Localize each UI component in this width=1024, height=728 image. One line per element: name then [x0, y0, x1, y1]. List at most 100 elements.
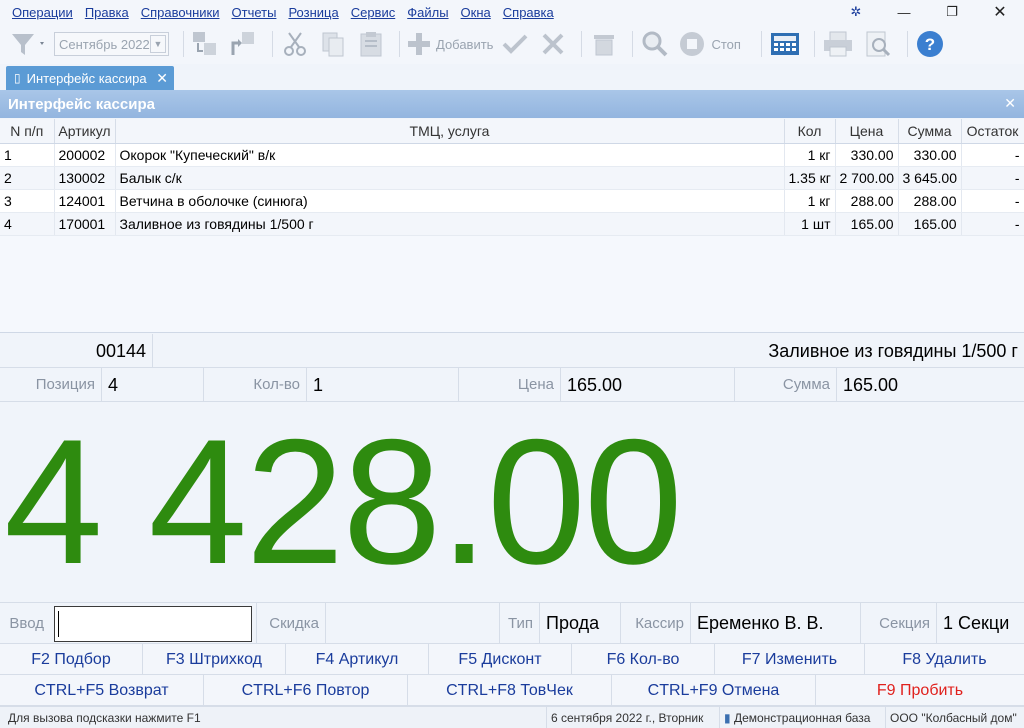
cell-article: 124001	[54, 189, 116, 213]
restore-icon[interactable]: ❐	[928, 4, 976, 20]
toolbar-divider	[183, 31, 184, 57]
column-header[interactable]: N п/п	[0, 119, 55, 144]
column-header[interactable]: ТМЦ, услуга	[115, 119, 785, 144]
tab-close-icon[interactable]: ✕	[156, 70, 168, 87]
menu-windows[interactable]: Окна	[461, 5, 491, 20]
column-header[interactable]: Артикул	[54, 119, 116, 144]
add-button[interactable]: Добавить	[406, 27, 493, 61]
cell-qty: 1 шт	[784, 212, 836, 236]
column-header[interactable]: Кол	[784, 119, 836, 144]
table-header-row: N п/п Артикул ТМЦ, услуга Кол Цена Сумма…	[0, 119, 1024, 144]
table-row[interactable]: 4 170001 Заливное из говядины 1/500 г 1 …	[0, 212, 1024, 236]
status-organization: ООО "Колбасный дом"	[885, 707, 1021, 728]
discount-value[interactable]	[326, 603, 500, 644]
database-icon: ▮	[724, 711, 731, 725]
status-hint: Для вызова подсказки нажмите F1	[8, 711, 201, 725]
menu-files[interactable]: Файлы	[407, 5, 448, 20]
f8-delete-button[interactable]: F8 Удалить	[865, 644, 1024, 675]
tab-label: Интерфейс кассира	[26, 70, 147, 86]
move-down-button[interactable]	[190, 27, 222, 61]
help-button[interactable]: ?	[914, 27, 946, 61]
qty-value: 1	[307, 368, 459, 402]
cell-sum: 3 645.00	[898, 166, 962, 190]
filter-button[interactable]	[8, 27, 48, 61]
table-row[interactable]: 1 200002 Окорок "Купеческий" в/к 1 кг 33…	[0, 143, 1024, 167]
search-button[interactable]	[639, 27, 671, 61]
table-row[interactable]: 2 130002 Балык с/к 1.35 кг 2 700.00 3 64…	[0, 166, 1024, 190]
ctrl-f8-sales-receipt-button[interactable]: CTRL+F8 ТовЧек	[408, 675, 612, 706]
paste-button[interactable]	[355, 27, 387, 61]
cell-price: 165.00	[835, 212, 899, 236]
cell-number: 4	[0, 212, 55, 236]
menu-operations[interactable]: Операции	[12, 5, 73, 20]
window-close-icon[interactable]: ✕	[1004, 95, 1016, 112]
current-item-name: Заливное из говядины 1/500 г	[768, 341, 1018, 361]
preview-button[interactable]	[861, 27, 895, 61]
stop-button[interactable]: Стоп	[677, 27, 741, 61]
move-up-button[interactable]	[228, 27, 260, 61]
confirm-button[interactable]	[499, 27, 531, 61]
toolbar-divider	[813, 31, 815, 57]
close-icon[interactable]: ✕	[976, 2, 1024, 22]
menu-references[interactable]: Справочники	[141, 5, 220, 20]
cell-number: 1	[0, 143, 55, 167]
price-label: Цена	[459, 368, 561, 402]
cell-rest: -	[961, 143, 1024, 167]
minimize-icon[interactable]: —	[880, 5, 928, 20]
function-keys-row-2: CTRL+F5 Возврат CTRL+F6 Повтор CTRL+F8 Т…	[0, 675, 1024, 706]
sum-value: 165.00	[843, 375, 899, 395]
ctrl-f5-return-button[interactable]: CTRL+F5 Возврат	[0, 675, 204, 706]
discount-label: Скидка	[256, 603, 326, 644]
f9-checkout-button[interactable]: F9 Пробить	[816, 675, 1024, 706]
f5-discount-button[interactable]: F5 Дисконт	[429, 644, 572, 675]
qty-label: Кол-во	[204, 368, 307, 402]
ctrl-f9-cancel-button[interactable]: CTRL+F9 Отмена	[612, 675, 816, 706]
month-select[interactable]: Сентябрь 2022 ▼	[54, 32, 169, 56]
month-select-value: Сентябрь 2022	[59, 36, 150, 52]
cell-sum: 165.00	[898, 212, 962, 236]
toolbar-divider	[632, 31, 634, 57]
toolbar-divider	[272, 31, 273, 57]
ctrl-f6-repeat-button[interactable]: CTRL+F6 Повтор	[204, 675, 408, 706]
stop-button-label: Стоп	[711, 36, 741, 52]
cut-button[interactable]	[279, 27, 311, 61]
barcode-input[interactable]	[54, 606, 252, 642]
section-label: Секция	[861, 603, 937, 644]
section-value[interactable]: 1 Секци	[937, 603, 1024, 644]
cancel-button[interactable]	[537, 27, 569, 61]
menu-reports[interactable]: Отчеты	[232, 5, 277, 20]
toolbar-divider	[906, 31, 908, 57]
f2-pick-button[interactable]: F2 Подбор	[0, 644, 143, 675]
cell-qty: 1.35 кг	[784, 166, 836, 190]
f7-edit-button[interactable]: F7 Изменить	[715, 644, 865, 675]
cash-register-icon: ▯	[14, 71, 21, 85]
tab-cashier-interface[interactable]: ▯ Интерфейс кассира ✕	[6, 66, 174, 90]
f6-qty-button[interactable]: F6 Кол-во	[572, 644, 715, 675]
print-button[interactable]	[821, 27, 855, 61]
type-value[interactable]: Прода	[540, 603, 621, 644]
menu-edit[interactable]: Правка	[85, 5, 129, 20]
current-item-bar: 00144 Заливное из говядины 1/500 г	[0, 334, 1024, 368]
delete-button[interactable]	[588, 27, 620, 61]
column-header[interactable]: Цена	[835, 119, 899, 144]
menu-service[interactable]: Сервис	[351, 5, 396, 20]
cashier-value[interactable]: Еременко В. В.	[691, 603, 861, 644]
cross-icon	[543, 33, 564, 55]
menu-help[interactable]: Справка	[503, 5, 554, 20]
window-title-bar: Интерфейс кассира ✕	[0, 90, 1024, 118]
type-label: Тип	[500, 603, 540, 644]
scissors-icon	[284, 32, 306, 56]
cell-sum: 288.00	[898, 189, 962, 213]
menu-retail[interactable]: Розница	[288, 5, 338, 20]
calculator-button[interactable]	[768, 27, 802, 61]
status-database-label: Демонстрационная база	[733, 711, 871, 725]
table-row[interactable]: 3 124001 Ветчина в оболочке (синюга) 1 к…	[0, 189, 1024, 213]
price-value: 165.00	[561, 368, 735, 402]
f3-barcode-button[interactable]: F3 Штрихкод	[143, 644, 286, 675]
column-header[interactable]: Остаток	[961, 119, 1024, 144]
f4-article-button[interactable]: F4 Артикул	[286, 644, 429, 675]
settings-icon[interactable]: ✲	[832, 4, 880, 20]
column-header[interactable]: Сумма	[898, 119, 962, 144]
copy-button[interactable]	[317, 27, 349, 61]
cell-name: Ветчина в оболочке (синюга)	[115, 189, 785, 213]
